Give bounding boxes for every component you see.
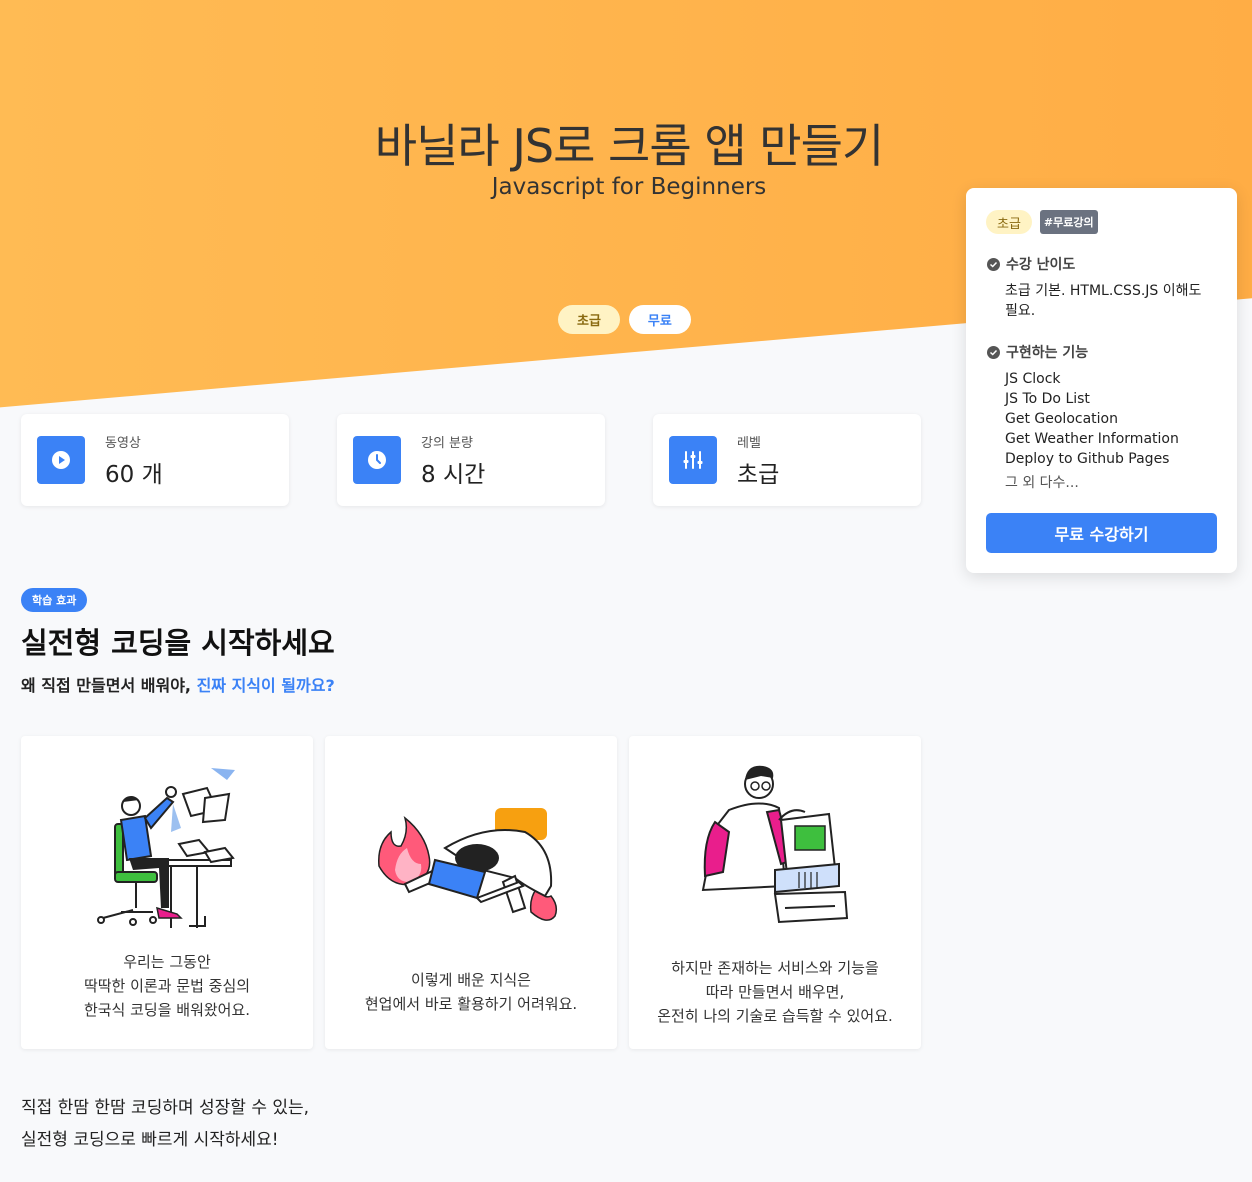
stat-label: 레벨: [737, 435, 761, 451]
feature-card: 우리는 그동안 딱딱한 이론과 문법 중심의 한국식 코딩을 배워왔어요.: [21, 736, 313, 1049]
level-tag: 초급: [986, 210, 1032, 234]
feature-card: 하지만 존재하는 서비스와 기능을 따라 만들면서 배우면, 온전히 나의 기술…: [629, 736, 921, 1049]
clock-icon: [353, 436, 401, 484]
section-description: 왜 직접 만들면서 배워야, 진짜 지식이 될까요?: [21, 672, 335, 696]
section-title: 실전형 코딩을 시작하세요: [21, 626, 335, 660]
course-summary-card: 초급 #무료강의 수강 난이도 초급 기본. HTML.CSS.JS 이해도 필…: [966, 188, 1237, 573]
course-tags: 초급 #무료강의: [986, 210, 1098, 234]
stat-card-level: 레벨 초급: [653, 414, 921, 506]
stat-card-duration: 강의 분량 8 시간: [337, 414, 605, 506]
closing-text: 직접 한땀 한땀 코딩하며 성장할 수 있는, 실전형 코딩으로 빠르게 시작하…: [21, 1098, 310, 1150]
hero-tags: 초급 무료: [558, 305, 691, 334]
feature-caption: 하지만 존재하는 서비스와 기능을 따라 만들면서 배우면, 온전히 나의 기술…: [657, 959, 893, 1025]
developer-computer-illustration: [701, 765, 849, 924]
price-tag: 무료: [628, 305, 691, 334]
difficulty-text: 초급 기본. HTML.CSS.JS 이해도 필요.: [1005, 283, 1202, 319]
play-icon: [37, 436, 85, 484]
check-circle-icon: [987, 345, 1000, 359]
features-heading: 구현하는 기능: [987, 342, 1088, 362]
check-circle-icon: [987, 257, 1000, 271]
free-course-tag: #무료강의: [1039, 210, 1098, 234]
stat-card-videos: 동영상 60 개: [21, 414, 289, 506]
stat-value: 8 시간: [421, 461, 486, 488]
features-more: 그 외 다수...: [1005, 475, 1079, 491]
level-tag: 초급: [558, 305, 620, 334]
difficulty-heading: 수강 난이도: [987, 254, 1075, 274]
list-item: JS Clock: [1005, 371, 1061, 387]
feature-caption: 우리는 그동안 딱딱한 이론과 문법 중심의 한국식 코딩을 배워왔어요.: [83, 953, 251, 1019]
description-text: 왜 직접 만들면서 배워야,: [21, 676, 197, 695]
stat-value: 60 개: [105, 461, 163, 488]
stat-label: 강의 분량: [421, 435, 473, 451]
features-list: JS Clock JS To Do List Get Geolocation G…: [1005, 369, 1179, 493]
list-item: Get Weather Information: [1005, 431, 1179, 447]
list-item: JS To Do List: [1005, 391, 1090, 407]
burnout-illustration: [378, 808, 558, 921]
list-item: Deploy to Github Pages: [1005, 451, 1170, 467]
section-badge: 학습 효과: [21, 588, 88, 612]
stat-label: 동영상: [105, 435, 141, 451]
stat-value: 초급: [737, 461, 780, 488]
feature-card: 이렇게 배운 지식은 현업에서 바로 활용하기 어려워요.: [325, 736, 617, 1049]
page-title: 바닐라 JS로 크롬 앱 만들기: [374, 119, 884, 173]
list-item: Get Geolocation: [1005, 411, 1118, 427]
description-highlight: 진짜 지식이 될까요?: [196, 676, 335, 695]
feature-caption: 이렇게 배운 지식은 현업에서 바로 활용하기 어려워요.: [364, 971, 578, 1013]
frustrated-student-illustration: [97, 768, 235, 928]
sliders-icon: [669, 436, 717, 484]
enroll-free-button[interactable]: 무료 수강하기: [986, 513, 1217, 553]
